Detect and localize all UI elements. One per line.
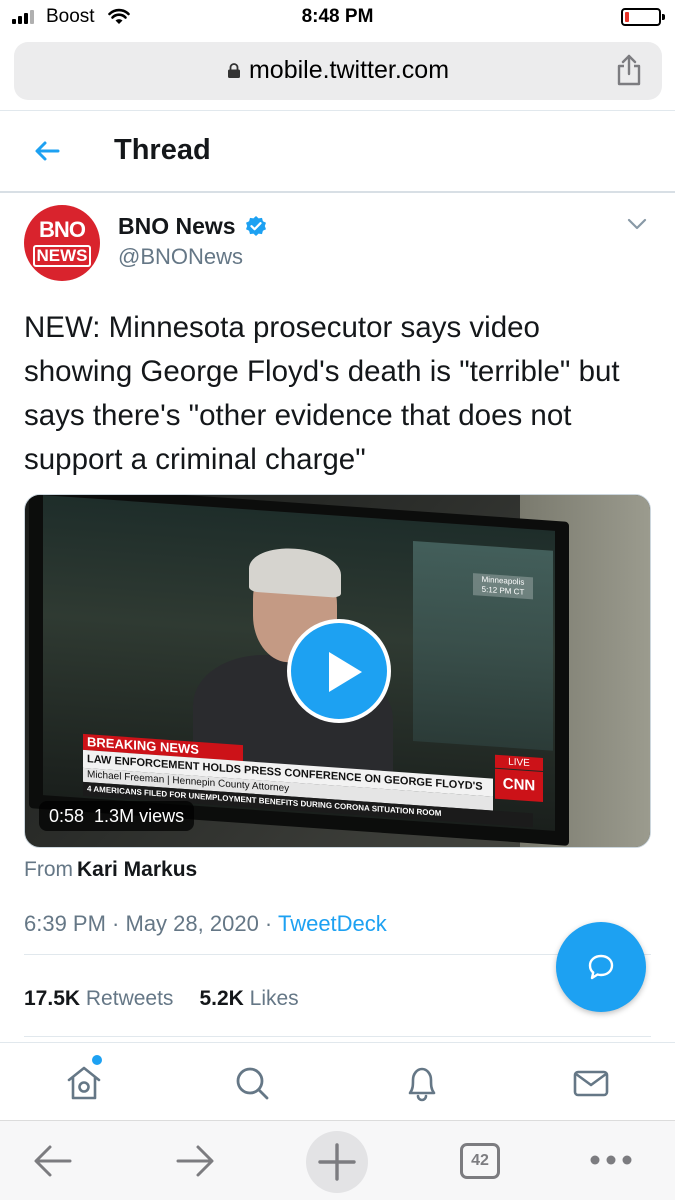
search-icon[interactable] bbox=[232, 1063, 272, 1103]
more-options-icon[interactable] bbox=[588, 1153, 634, 1167]
video-player[interactable]: Minneapolis 5:12 PM CT BREAKING NEWS LAW… bbox=[24, 494, 651, 848]
tweet-date: May 28, 2020 bbox=[125, 911, 259, 936]
plus-icon bbox=[318, 1143, 356, 1181]
location-label: Minneapolis 5:12 PM CT bbox=[473, 573, 533, 600]
address-bar[interactable]: mobile.twitter.com bbox=[14, 42, 662, 100]
divider bbox=[0, 110, 675, 111]
tweet-time: 6:39 PM bbox=[24, 911, 106, 936]
share-icon[interactable] bbox=[616, 54, 642, 86]
video-duration: 0:58 bbox=[49, 806, 85, 826]
battery-icon bbox=[621, 8, 665, 26]
video-views: 1.3M views bbox=[94, 806, 185, 826]
display-name[interactable]: BNO News bbox=[118, 213, 236, 240]
likes-stat[interactable]: 5.2K Likes bbox=[199, 987, 298, 1010]
browser-toolbar: 42 bbox=[0, 1120, 675, 1200]
video-duration-badge: 0:58 1.3M views bbox=[39, 801, 195, 831]
avatar[interactable]: BNO NEWS bbox=[24, 205, 100, 281]
divider bbox=[0, 191, 675, 193]
url-text: mobile.twitter.com bbox=[248, 56, 450, 84]
browser-back-icon[interactable] bbox=[32, 1141, 74, 1181]
tweet-client-link[interactable]: TweetDeck bbox=[278, 911, 387, 936]
page-title: Thread bbox=[114, 134, 211, 166]
compose-reply-button[interactable] bbox=[556, 922, 646, 1012]
status-bar: Boost 8:48 PM bbox=[0, 0, 675, 36]
tweet-text: NEW: Minnesota prosecutor says video sho… bbox=[24, 311, 620, 476]
clock: 8:48 PM bbox=[301, 6, 374, 27]
tab-bar bbox=[0, 1042, 675, 1120]
handle[interactable]: @BNONews bbox=[118, 244, 243, 270]
lock-icon bbox=[227, 63, 240, 78]
video-source: From Kari Markus bbox=[24, 858, 198, 881]
notifications-bell-icon[interactable] bbox=[402, 1063, 442, 1103]
messages-envelope-icon[interactable] bbox=[571, 1063, 611, 1103]
home-icon[interactable] bbox=[64, 1063, 104, 1103]
play-icon bbox=[329, 652, 362, 692]
retweets-stat[interactable]: 17.5K Retweets bbox=[24, 987, 173, 1010]
source-name[interactable]: Kari Markus bbox=[77, 858, 197, 881]
back-arrow-icon[interactable] bbox=[32, 136, 62, 166]
tweet-meta: 6:39 PM · May 28, 2020 · TweetDeck bbox=[24, 911, 387, 936]
divider bbox=[24, 1036, 651, 1037]
chevron-down-icon[interactable] bbox=[626, 216, 648, 232]
new-tab-button[interactable] bbox=[306, 1131, 368, 1193]
tabs-button[interactable]: 42 bbox=[460, 1143, 500, 1179]
network-logo: CNN bbox=[495, 768, 543, 803]
verified-badge-icon bbox=[246, 216, 266, 236]
play-button[interactable] bbox=[287, 619, 391, 723]
browser-forward-icon[interactable] bbox=[174, 1141, 216, 1181]
chat-bubble-icon bbox=[588, 954, 614, 980]
tweet-stats: 17.5K Retweets 5.2K Likes bbox=[24, 987, 299, 1011]
